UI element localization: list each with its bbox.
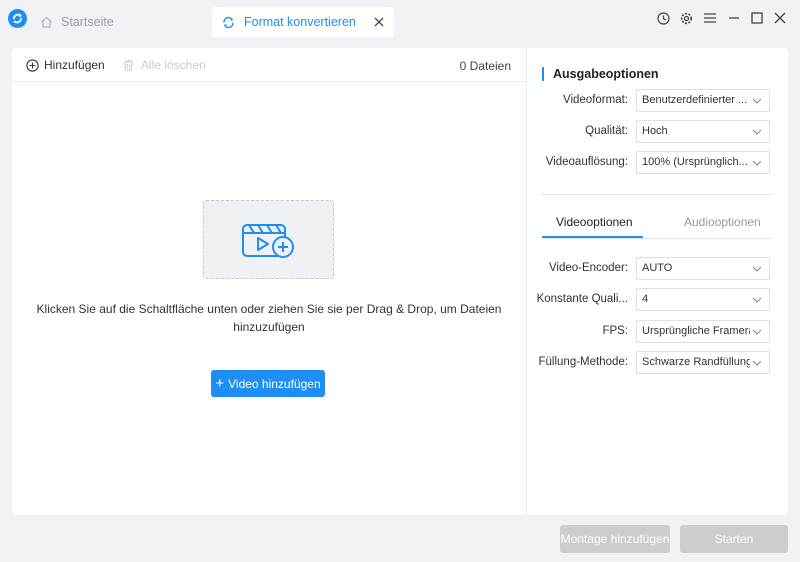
drop-zone[interactable]: [203, 200, 334, 279]
constant-quality-select[interactable]: 4: [636, 288, 770, 311]
close-window-icon[interactable]: [773, 11, 787, 25]
tab-home[interactable]: Startseite: [40, 7, 114, 37]
fps-label: FPS:: [602, 325, 628, 337]
video-encoder-select[interactable]: AUTO: [636, 257, 770, 280]
app-logo-icon: [8, 9, 27, 28]
fill-method-label: Füllung-Methode:: [538, 356, 629, 368]
add-video-button[interactable]: + Video hinzufügen: [211, 370, 325, 397]
chevron-down-icon: [752, 98, 762, 104]
fps-select[interactable]: Ursprüngliche Framera: [636, 320, 770, 343]
file-toolbar: Hinzufügen Alle löschen 0 Dateien: [12, 48, 526, 82]
options-panel: Ausgabeoptionen Videoformat: Benutzerdef…: [526, 48, 788, 515]
video-format-value: Benutzerdefinierter ...: [642, 94, 748, 106]
file-count: 0 Dateien: [459, 59, 511, 73]
chevron-down-icon: [752, 360, 762, 366]
quality-label: Qualität:: [585, 125, 628, 137]
home-icon: [41, 16, 52, 28]
add-files-label: Hinzufügen: [44, 58, 105, 72]
gear-icon[interactable]: [679, 11, 693, 25]
quality-select[interactable]: Hoch: [636, 120, 770, 143]
plus-icon: +: [215, 375, 225, 392]
video-format-select[interactable]: Benutzerdefinierter ...: [636, 89, 770, 112]
title-bar: Startseite Format konvertieren: [0, 0, 800, 37]
tab-video-options[interactable]: Videooptionen: [556, 215, 633, 229]
add-files-button[interactable]: Hinzufügen: [26, 58, 105, 72]
start-button[interactable]: Starten: [680, 525, 788, 553]
add-video-file-icon: [241, 223, 294, 258]
tab-format-convert[interactable]: Format konvertieren: [212, 7, 394, 37]
video-encoder-label: Video-Encoder:: [548, 262, 628, 274]
video-format-label: Videoformat:: [563, 94, 628, 106]
divider: [541, 194, 773, 195]
menu-icon[interactable]: [703, 11, 717, 25]
plus-circle-icon: [26, 58, 39, 72]
quality-value: Hoch: [642, 125, 668, 137]
chevron-down-icon: [752, 266, 762, 272]
video-encoder-value: AUTO: [642, 262, 673, 274]
clear-all-label: Alle löschen: [141, 58, 206, 72]
chevron-down-icon: [752, 297, 762, 303]
file-list-panel: Hinzufügen Alle löschen 0 Dateien Klicke…: [12, 48, 526, 515]
add-montage-button[interactable]: Montage hinzufügen: [560, 525, 670, 553]
resolution-label: Videoauflösung:: [545, 156, 628, 168]
active-tab-indicator: [542, 236, 643, 238]
tab-format-convert-label: Format konvertieren: [244, 15, 356, 29]
maximize-icon[interactable]: [750, 11, 764, 25]
add-video-label: Video hinzufügen: [228, 376, 321, 391]
close-tab-icon[interactable]: [373, 16, 385, 28]
fill-method-select[interactable]: Schwarze Randfüllung: [636, 351, 770, 374]
fill-method-value: Schwarze Randfüllung: [642, 356, 750, 368]
resolution-select[interactable]: 100% (Ursprünglich...: [636, 151, 770, 174]
output-options-title: Ausgabeoptionen: [542, 67, 659, 81]
constant-quality-label: Konstante Quali...: [536, 293, 628, 305]
minimize-icon[interactable]: [727, 11, 741, 25]
chevron-down-icon: [752, 160, 762, 166]
convert-icon: [223, 16, 234, 28]
drop-hint-text: Klicken Sie auf die Schaltfläche unten o…: [36, 302, 502, 334]
resolution-value: 100% (Ursprünglich...: [642, 156, 748, 168]
options-subtabs: Videooptionen Audiooptionen: [542, 213, 773, 239]
history-icon[interactable]: [656, 11, 670, 25]
chevron-down-icon: [752, 129, 762, 135]
trash-icon: [124, 60, 133, 71]
constant-quality-value: 4: [642, 293, 649, 305]
clear-all-button[interactable]: Alle löschen: [123, 58, 206, 72]
chevron-down-icon: [752, 329, 762, 335]
tab-audio-options[interactable]: Audiooptionen: [684, 215, 761, 229]
fps-value: Ursprüngliche Framera: [642, 325, 750, 337]
tab-home-label: Startseite: [61, 15, 114, 29]
